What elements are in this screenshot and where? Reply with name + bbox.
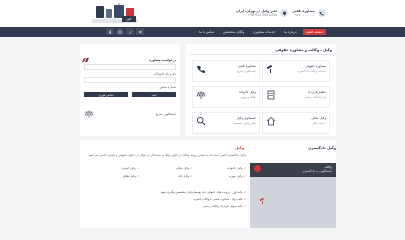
phone-field[interactable] [84, 77, 176, 83]
nav-contact[interactable]: تماس با ما [196, 29, 217, 35]
note-text: نکته اول : پرونده های حقوقی باید توسط وک… [160, 190, 243, 194]
check-icon: ✓ [190, 174, 193, 178]
list-item-label: وکیل خانواده [227, 166, 243, 170]
nav-about[interactable]: درباره ما [281, 29, 299, 35]
services-title: وکیل ، وکالت و مشاوره حقوقی [275, 48, 332, 52]
contact-address[interactable]: دفتر وکیل در تهران، ایران +98 912 000 00… [236, 9, 289, 17]
list-item-label: وکیل طلاق [122, 174, 136, 178]
list-item: ✓ وکیل مهریه [193, 174, 246, 178]
article-list: ✓ وکیل خانواده ✓ وکیل ملکی ✓ وکیل کیفری ✓ وک… [86, 166, 247, 178]
instagram-icon[interactable] [116, 28, 124, 35]
telegram-icon[interactable] [136, 28, 144, 35]
list-item-label: وکیل مهریه [228, 174, 243, 178]
service-card[interactable]: وکیل خانواده طلاق و مهریه [192, 86, 260, 108]
scale-icon [84, 110, 94, 118]
list-item: ✓ وکیل کیفری [86, 166, 140, 170]
list-item: ✓ وکیل چک [139, 174, 193, 178]
nav-menu: صفحه اصلی درباره ما خدمات مشاوره وکلای م… [196, 28, 327, 36]
check-icon: ✓ [190, 166, 193, 170]
service-card[interactable]: وکیل ملکی دعاوی ملکی [262, 112, 330, 134]
service-desc: یافتن وکیل متخصص [232, 120, 256, 125]
form-note: پاسخگویی سریع [155, 112, 176, 116]
note-item: ✓ نکته دوم : مشاوره تلفنی با وکلای باتجرب… [86, 197, 246, 201]
service-desc: قراردادهای رسمی [304, 94, 326, 99]
contact-phone[interactable]: مشاوره تلفنی ۰۹۱۲-۰۰۰-۰۰۰۰ [292, 9, 326, 17]
check-icon: ✓ [136, 174, 140, 178]
service-desc: خدمات وکالت دادگستری [297, 68, 326, 73]
search-icon [196, 116, 206, 126]
logo-badge: افق [122, 16, 136, 22]
phone-icon [197, 66, 205, 73]
home-icon [266, 116, 276, 126]
nav-services[interactable]: خدمات مشاوره [250, 29, 278, 35]
list-item: ✓ وکیل طلاق [86, 174, 140, 178]
header-bar [0, 0, 405, 27]
list-item-label: وکیل چک [178, 174, 190, 178]
check-icon: ✓ [243, 197, 246, 201]
promo-title: وکیل دادگستری [308, 146, 336, 150]
promo-line: پاسخگویی به دادگستری [302, 169, 332, 173]
nav-home[interactable]: صفحه اصلی [302, 29, 327, 35]
list-item-label: وکیل کیفری [121, 166, 136, 170]
location-icon [280, 9, 289, 17]
service-desc: دعاوی ملکی [311, 120, 327, 125]
social-links [106, 28, 144, 35]
promo-badge-icon [254, 165, 261, 172]
scale-icon [196, 91, 206, 99]
form-heading: درخواست مشاوره [149, 58, 176, 62]
contact-line: +98 912 000 0000 [247, 13, 278, 17]
twitter-icon[interactable] [126, 28, 134, 35]
service-card[interactable]: مشاوره تلفنی پاسخگویی سریع [192, 60, 260, 82]
check-icon: ✓ [243, 204, 246, 208]
service-card[interactable]: مشاوره حقوقی خدمات وکالت دادگستری [262, 60, 330, 82]
document-icon [267, 90, 275, 100]
service-card[interactable]: جستجوی وکیل یافتن وکیل متخصص [192, 112, 260, 134]
facebook-icon[interactable] [106, 28, 114, 35]
note-item: ✓ نکته سوم : قرارداد وکالت رسمی [86, 204, 246, 208]
divider [190, 54, 332, 55]
service-desc: طلاق و مهریه [240, 94, 256, 99]
check-icon: ✓ [243, 174, 246, 178]
note-text: نکته سوم : قرارداد وکالت رسمی [202, 204, 243, 208]
gavel-icon [266, 64, 273, 73]
note-item: ✓ نکته اول : پرونده های حقوقی باید توسط و… [86, 190, 246, 194]
form-label: نام و نام خانوادگی [153, 72, 176, 76]
check-icon: ✓ [243, 166, 246, 170]
article-intro: وکیل دادگستری کسی است که با داشتن پروانه… [87, 153, 246, 157]
check-icon: ✓ [243, 190, 246, 194]
check-icon: ✓ [136, 166, 140, 170]
list-item: ✓ وکیل ملکی [139, 166, 193, 170]
service-desc: پاسخگویی سریع [237, 68, 256, 73]
name-field[interactable] [84, 64, 176, 70]
phone-icon [317, 9, 326, 17]
article-notes: ✓ نکته اول : پرونده های حقوقی باید توسط و… [86, 190, 246, 208]
article-title: وکیل [235, 146, 244, 150]
list-item: ✓ وکیل خانواده [193, 166, 246, 170]
note-text: نکته دوم : مشاوره تلفنی با وکلای باتجربه [193, 197, 243, 201]
service-card[interactable]: تنظیم قرارداد قراردادهای رسمی [262, 86, 330, 108]
list-item-label: وکیل ملکی [175, 166, 190, 170]
nav-lawyers[interactable]: وکلای متخصص [220, 29, 247, 35]
call-button[interactable]: تماس فوری [84, 92, 128, 97]
brand-stripes-icon [82, 47, 90, 62]
form-footer: پاسخگویی سریع [84, 110, 176, 118]
contact-line: ۰۹۱۲-۰۰۰-۰۰۰۰ [293, 13, 315, 17]
form-label: شماره تماس [159, 85, 176, 89]
gavel-icon [259, 190, 267, 205]
submit-button[interactable]: ثبت [132, 92, 176, 97]
